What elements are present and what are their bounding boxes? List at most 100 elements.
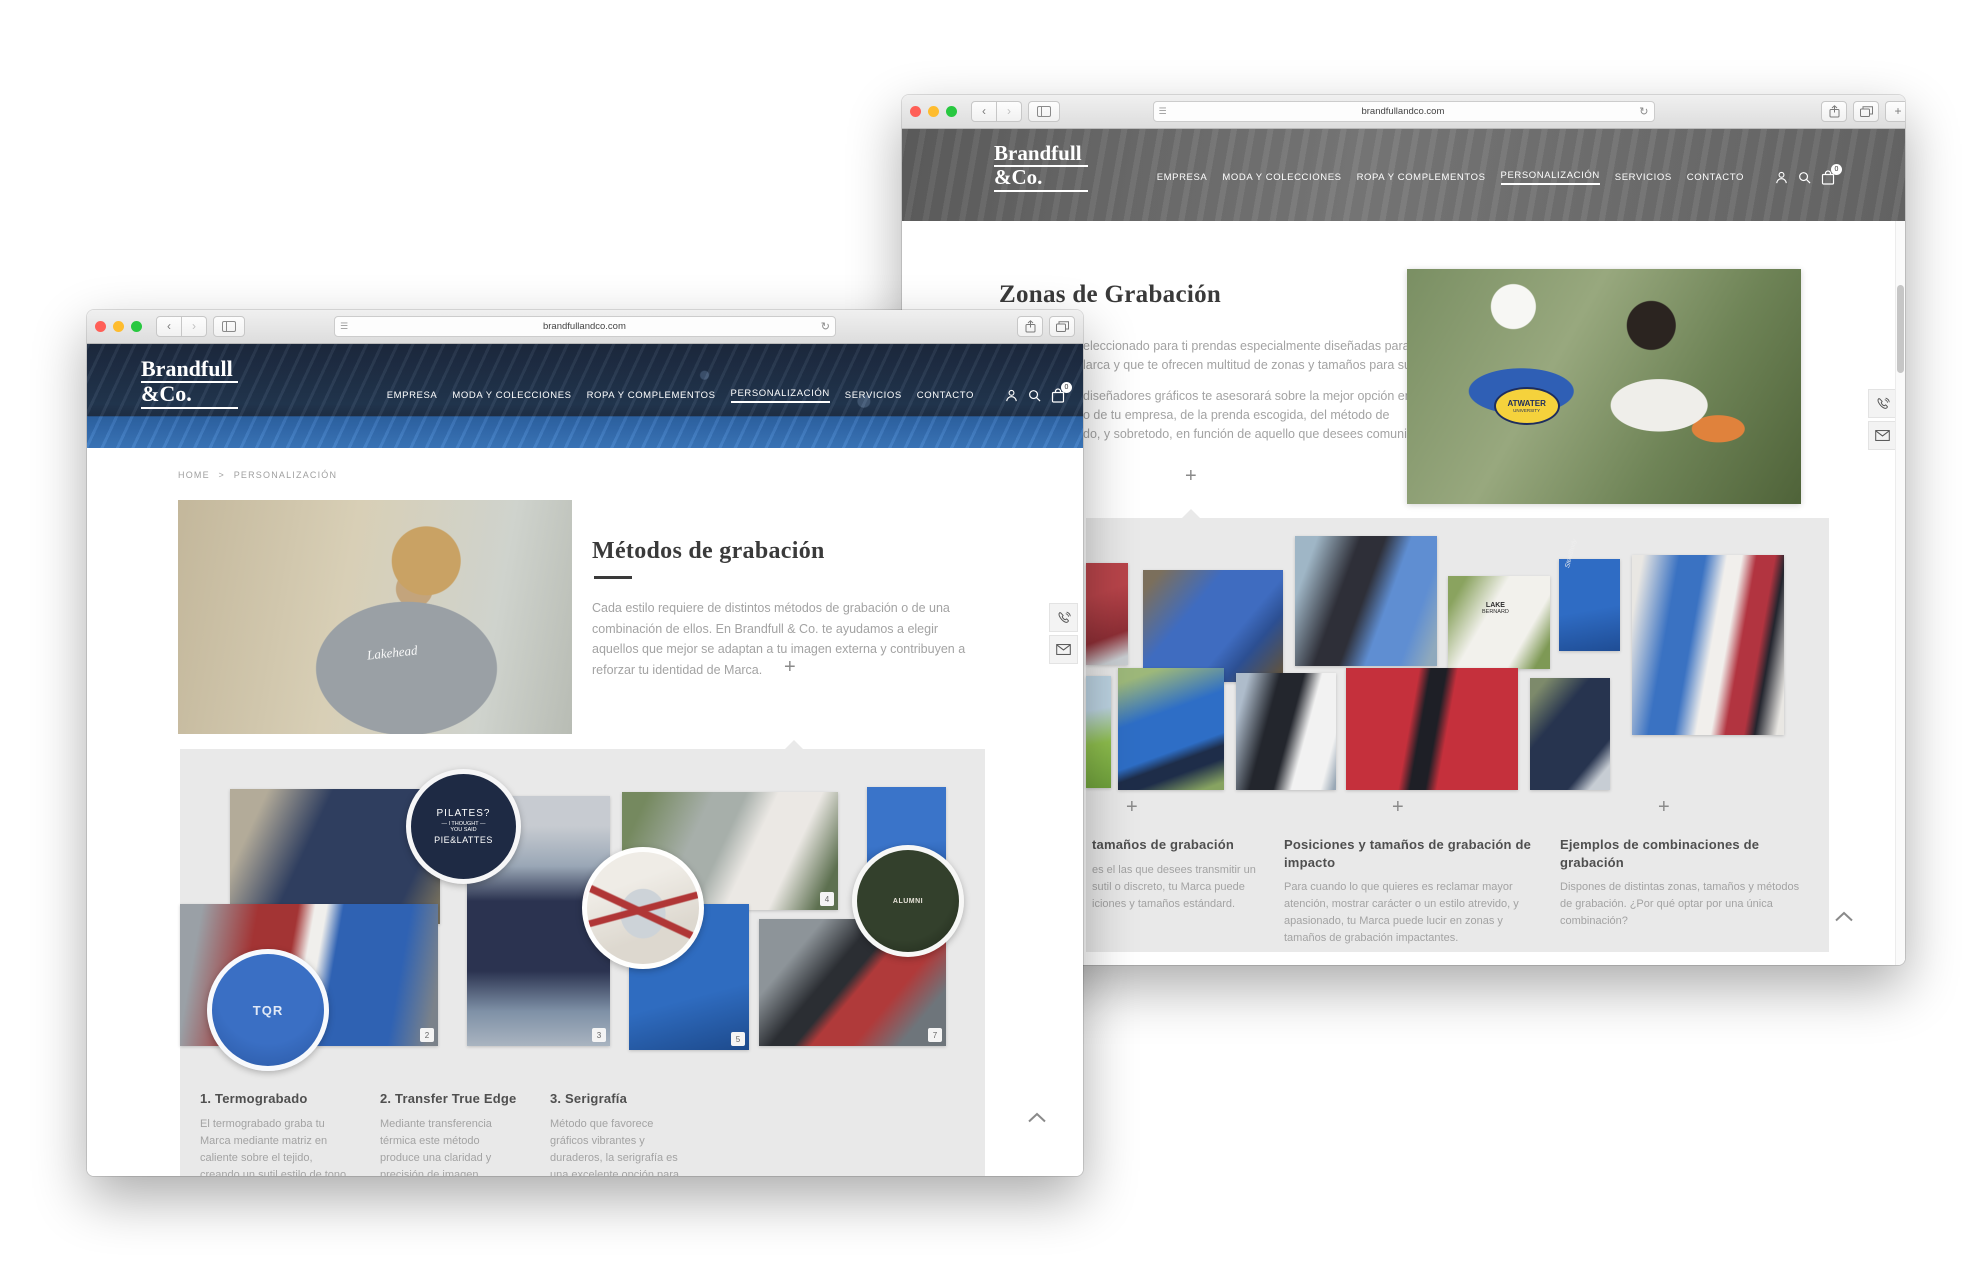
address-bar[interactable]: ☰ brandfullandco.com ↻ [334, 316, 836, 337]
email-contact-button[interactable] [1868, 421, 1897, 450]
site-header: Brandfull &Co. EMPRESA MODA Y COLECCIONE… [87, 344, 1083, 448]
logo-line-1: Brandfull [141, 358, 238, 383]
nav-item-moda[interactable]: MODA Y COLECCIONES [1222, 172, 1341, 183]
column-serigrafia: 3. Serigrafía Método que favorece gráfic… [550, 1090, 690, 1176]
reload-icon[interactable]: ↻ [821, 320, 830, 333]
column-standard-sizes: tamaños de grabación es el las que desee… [1092, 836, 1258, 947]
scroll-to-top-button[interactable] [1834, 909, 1854, 927]
phone-icon [1876, 397, 1890, 411]
breadcrumb-current: PERSONALIZACIÓN [234, 470, 338, 480]
scroll-to-top-button[interactable] [1027, 1110, 1047, 1128]
gallery-expand-2[interactable]: + [1392, 796, 1404, 819]
chevron-up-icon [1834, 911, 1854, 922]
hero-photo: Lakehead [178, 500, 572, 734]
close-window-button[interactable] [910, 106, 921, 117]
site-header: Brandfull &Co. EMPRESA MODA Y COLECCIONE… [902, 129, 1905, 221]
reload-icon[interactable]: ↻ [1639, 105, 1648, 118]
gallery-photo-navy-hoodie-girl [1530, 678, 1610, 790]
cart-count-badge: 0 [1831, 164, 1842, 175]
site-logo[interactable]: Brandfull &Co. [994, 143, 1088, 192]
new-tab-button[interactable]: + [1885, 101, 1905, 122]
share-button[interactable] [1821, 101, 1847, 122]
nav-item-servicios[interactable]: SERVICIOS [845, 390, 902, 401]
sidebar-toggle-button[interactable] [1028, 101, 1060, 122]
nav-item-ropa[interactable]: ROPA Y COMPLEMENTOS [1357, 172, 1486, 183]
nav-item-contacto[interactable]: CONTACTO [1687, 172, 1744, 183]
forward-button[interactable]: › [997, 101, 1022, 122]
account-icon[interactable] [1005, 389, 1018, 402]
gallery-photo-steelbody-tee: SteelBody [1559, 559, 1620, 651]
zoom-window-button[interactable] [131, 321, 142, 332]
main-nav: EMPRESA MODA Y COLECCIONES ROPA Y COMPLE… [1157, 170, 1905, 185]
back-button[interactable]: ‹ [156, 316, 182, 337]
expand-button[interactable]: + [784, 656, 796, 679]
scrollbar-thumb[interactable] [1897, 285, 1904, 373]
nav-item-empresa[interactable]: EMPRESA [1157, 172, 1208, 183]
url-text: brandfullandco.com [1167, 106, 1640, 117]
share-button[interactable] [1017, 316, 1043, 337]
scrollbar-track[interactable] [1895, 221, 1905, 965]
gallery-expand-3[interactable]: + [1658, 796, 1670, 819]
photo-number-badge: 3 [592, 1028, 606, 1042]
tab-overview-button[interactable] [1853, 101, 1879, 122]
nav-item-moda[interactable]: MODA Y COLECCIONES [452, 390, 571, 401]
phone-contact-button[interactable] [1868, 389, 1897, 418]
panel-notch [1182, 509, 1200, 518]
traffic-lights [910, 106, 957, 117]
share-icon [1829, 105, 1840, 118]
traffic-lights [95, 321, 142, 332]
address-bar[interactable]: ☰ brandfullandco.com ↻ [1153, 101, 1655, 122]
page-title: Métodos de grabación [592, 538, 825, 565]
phone-contact-button[interactable] [1049, 603, 1078, 632]
gallery-photo-lake-tank: LAKE BERNARD [1448, 576, 1550, 669]
reader-icon: ☰ [340, 321, 348, 332]
title-underline [594, 576, 632, 579]
page-title: Zonas de Grabación [999, 281, 1221, 309]
search-icon[interactable] [1028, 389, 1041, 402]
photo-number-badge: 5 [731, 1032, 745, 1046]
gallery-photo-red-canada-jacket [1346, 668, 1518, 790]
desktop: ‹ › ☰ brandfullandco.com ↻ + [0, 0, 1979, 1275]
gallery-expand-1[interactable]: + [1126, 796, 1138, 819]
nav-item-servicios[interactable]: SERVICIOS [1615, 172, 1672, 183]
email-contact-button[interactable] [1049, 635, 1078, 664]
nav-item-personalizacion[interactable]: PERSONALIZACIÓN [731, 388, 830, 403]
minimize-window-button[interactable] [113, 321, 124, 332]
breadcrumb-home-link[interactable]: HOME [178, 470, 210, 480]
sidebar-icon [1037, 106, 1051, 117]
cart-button[interactable]: 0 [1821, 170, 1835, 185]
cart-count-badge: 0 [1061, 382, 1072, 393]
nav-item-personalizacion[interactable]: PERSONALIZACIÓN [1501, 170, 1600, 185]
mail-icon [1875, 430, 1890, 441]
tab-overview-button[interactable] [1049, 316, 1075, 337]
cart-button[interactable]: 0 [1051, 388, 1065, 403]
back-button[interactable]: ‹ [971, 101, 997, 122]
gallery-photo-two-women [1632, 555, 1784, 735]
photo-number-badge: 2 [420, 1028, 434, 1042]
close-window-button[interactable] [95, 321, 106, 332]
nav-item-ropa[interactable]: ROPA Y COMPLEMENTOS [587, 390, 716, 401]
minimize-window-button[interactable] [928, 106, 939, 117]
tabs-icon [1056, 321, 1069, 332]
sidebar-toggle-button[interactable] [213, 316, 245, 337]
forward-button[interactable]: › [182, 316, 207, 337]
mail-icon [1056, 644, 1071, 655]
gallery-photo-jacket-couple [1236, 673, 1336, 790]
gallery-photo-red-sleeve [1086, 563, 1128, 665]
alumni-detail-circle: ALUMNI [852, 845, 964, 957]
hero-print-badge: ATWATER UNIVERSITY [1494, 387, 1560, 425]
expand-button[interactable]: + [1185, 465, 1197, 488]
chevron-up-icon [1027, 1112, 1047, 1123]
zoom-window-button[interactable] [946, 106, 957, 117]
sidebar-icon [222, 321, 236, 332]
account-icon[interactable] [1775, 171, 1788, 184]
search-icon[interactable] [1798, 171, 1811, 184]
site-logo[interactable]: Brandfull &Co. [141, 358, 238, 409]
gallery-panel: LAKE BERNARD SteelBody + + + [1086, 518, 1829, 952]
nav-item-empresa[interactable]: EMPRESA [387, 390, 438, 401]
logo-line-2: &Co. [994, 167, 1088, 191]
panel-notch [785, 740, 803, 749]
tor-detail-circle: TQR [207, 949, 329, 1071]
nav-item-contacto[interactable]: CONTACTO [917, 390, 974, 401]
photo-number-badge: 4 [820, 892, 834, 906]
